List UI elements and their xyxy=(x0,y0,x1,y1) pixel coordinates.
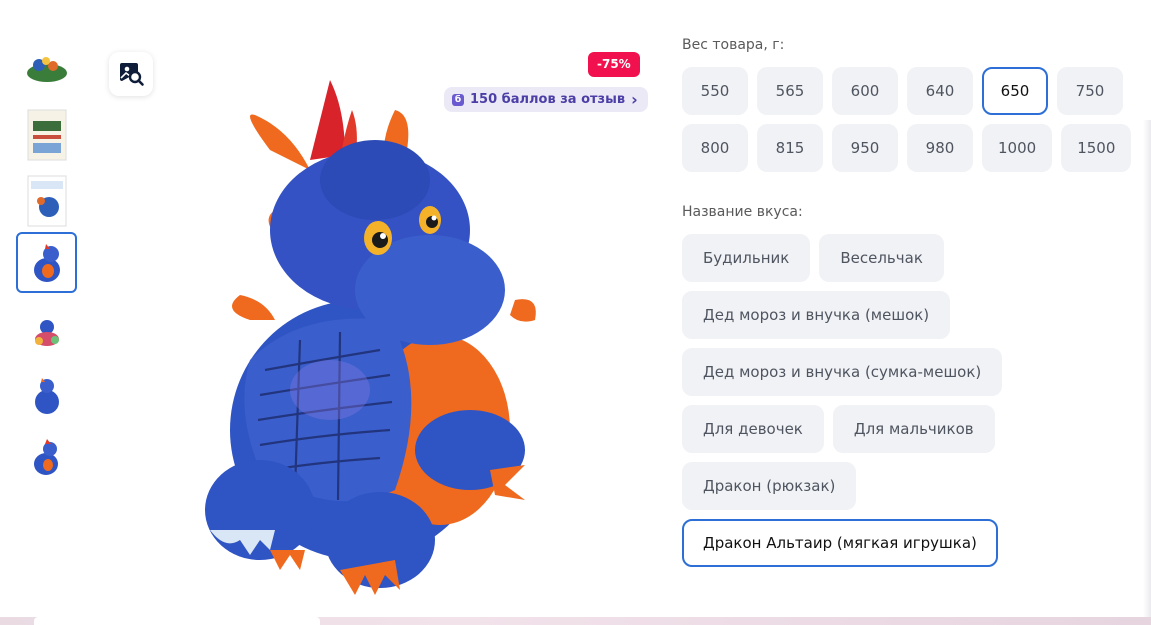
product-photo xyxy=(205,80,536,595)
weight-label: Вес товара, г: xyxy=(682,37,785,53)
weight-option[interactable]: 1000 xyxy=(982,124,1053,172)
weight-option[interactable]: 800 xyxy=(682,124,748,172)
thumbnail-7[interactable] xyxy=(16,426,77,487)
flavor-option[interactable]: Дед мороз и внучка (сумка-мешок) xyxy=(682,348,1003,396)
weight-option[interactable]: 1500 xyxy=(1061,124,1132,172)
thumbnail-2[interactable] xyxy=(16,104,77,165)
bottom-card-edge xyxy=(34,617,320,625)
flavor-option[interactable]: Дракон (рюкзак) xyxy=(682,462,857,510)
thumbnail-4[interactable] xyxy=(16,232,77,293)
weight-options: 550 565 600 640 650 750 800 815 950 980 … xyxy=(682,67,1142,172)
flavor-option[interactable]: Дед мороз и внучка (мешок) xyxy=(682,291,951,339)
discount-badge: -75% xyxy=(588,52,640,77)
weight-option[interactable]: 640 xyxy=(907,67,973,115)
chevron-right-icon: › xyxy=(631,90,638,109)
flavor-option[interactable]: Будильник xyxy=(682,234,811,282)
weight-option[interactable]: 600 xyxy=(832,67,898,115)
weight-option[interactable]: 565 xyxy=(757,67,823,115)
flavor-option[interactable]: Для мальчиков xyxy=(832,405,995,453)
flavor-label: Название вкуса: xyxy=(682,204,803,220)
weight-option[interactable]: 815 xyxy=(757,124,823,172)
weight-option[interactable]: 750 xyxy=(1057,67,1123,115)
thumbnail-6[interactable] xyxy=(16,364,77,425)
flavor-option[interactable]: Для девочек xyxy=(682,405,824,453)
image-search-icon xyxy=(120,63,144,86)
weight-option[interactable]: 950 xyxy=(832,124,898,172)
weight-option[interactable]: 550 xyxy=(682,67,748,115)
weight-option-selected[interactable]: 650 xyxy=(982,67,1048,115)
flavor-options: Будильник Весельчак Дед мороз и внучка (… xyxy=(682,234,1142,567)
flavor-option[interactable]: Весельчак xyxy=(819,234,944,282)
product-image-area: -75% б 150 баллов за отзыв › xyxy=(100,40,650,615)
weight-option[interactable]: 980 xyxy=(907,124,973,172)
thumbnail-1[interactable] xyxy=(16,38,77,99)
flavor-option-selected[interactable]: Дракон Альтаир (мягкая игрушка) xyxy=(682,519,998,567)
thumbnail-5[interactable] xyxy=(16,300,77,361)
page-edge-shadow xyxy=(1143,120,1151,620)
image-search-button[interactable] xyxy=(109,52,153,96)
thumbnail-3[interactable] xyxy=(16,170,77,231)
product-options: Вес товара, г: 550 565 600 640 650 750 8… xyxy=(682,36,1142,567)
